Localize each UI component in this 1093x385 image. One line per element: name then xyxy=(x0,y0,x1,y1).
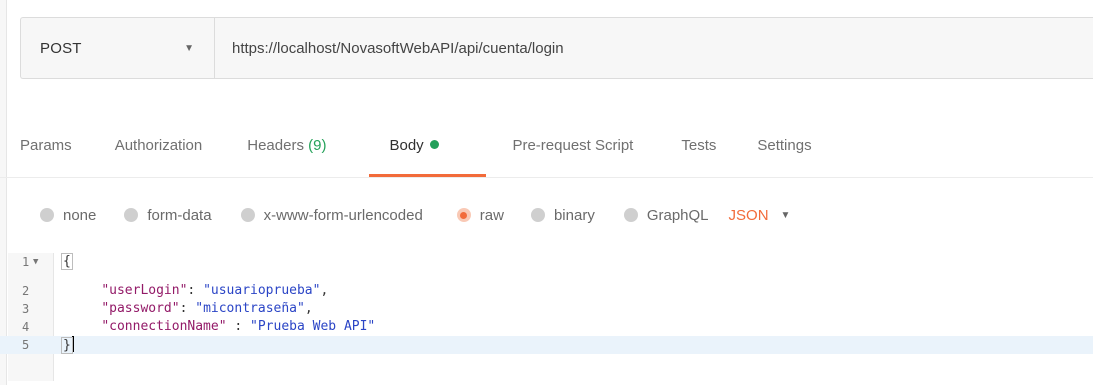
request-builder: POST ▼ Params Authorization Headers (9) … xyxy=(0,0,1093,385)
radio-label: x-www-form-urlencoded xyxy=(263,206,423,224)
tab-label: Body xyxy=(389,137,424,154)
url-input[interactable] xyxy=(215,18,1093,78)
tab-body[interactable]: Body xyxy=(369,126,487,178)
chevron-down-icon: ▼ xyxy=(780,209,791,221)
chevron-down-icon: ▼ xyxy=(184,42,194,54)
radio-urlencoded[interactable]: x-www-form-urlencoded xyxy=(240,206,423,224)
json-separator: : xyxy=(226,319,251,334)
tabs-divider xyxy=(0,177,1093,178)
request-tabs: Params Authorization Headers (9) Body Pr… xyxy=(0,126,1093,178)
radio-label: none xyxy=(63,206,97,224)
json-value: "usuarioprueba" xyxy=(203,283,321,298)
code-line: 3 "password": "micontraseña", xyxy=(0,300,1093,318)
json-separator: : xyxy=(187,283,204,298)
radio-icon xyxy=(240,208,255,222)
line-number: 3 xyxy=(22,302,30,316)
line-number: 1 xyxy=(22,255,30,269)
line-number: 4 xyxy=(22,320,30,334)
radio-icon xyxy=(124,208,139,222)
radio-label: raw xyxy=(479,206,504,224)
radio-label: binary xyxy=(553,206,595,224)
tab-pre-request-script[interactable]: Pre-request Script xyxy=(512,126,633,178)
radio-graphql[interactable]: GraphQL xyxy=(623,206,709,224)
radio-label: GraphQL xyxy=(646,206,709,224)
radio-icon xyxy=(623,208,638,222)
tab-label: Params xyxy=(20,137,72,154)
json-separator: : xyxy=(179,301,196,316)
code-line-current: 5 } xyxy=(0,336,1093,354)
tab-headers[interactable]: Headers (9) xyxy=(247,126,326,178)
radio-icon xyxy=(530,208,545,222)
code-editor[interactable]: 1 ▼ { 2 "userLogin": "usuarioprueba", 3 … xyxy=(0,253,1093,385)
method-label: POST xyxy=(40,39,82,57)
active-dot-icon xyxy=(429,140,439,149)
json-key: "password" xyxy=(101,301,180,316)
radio-label: form-data xyxy=(147,206,212,224)
radio-form-data[interactable]: form-data xyxy=(124,206,212,224)
line-number: 2 xyxy=(22,284,30,298)
open-brace: { xyxy=(61,253,73,270)
tab-label: Tests xyxy=(681,137,717,154)
tab-authorization[interactable]: Authorization xyxy=(115,126,203,178)
radio-icon xyxy=(40,208,54,222)
text-cursor xyxy=(71,336,74,352)
tab-label: Authorization xyxy=(114,137,203,154)
json-key: "connectionName" xyxy=(101,319,227,334)
tab-label: Settings xyxy=(757,137,812,154)
format-label: JSON xyxy=(728,206,769,224)
url-bar: POST ▼ xyxy=(20,17,1093,79)
tab-tests[interactable]: Tests xyxy=(681,126,716,178)
fold-caret-icon[interactable]: ▼ xyxy=(33,253,38,271)
json-value: "micontraseña" xyxy=(195,301,305,316)
json-key: "userLogin" xyxy=(101,283,188,298)
tab-label: Headers xyxy=(247,137,304,154)
tab-label: Pre-request Script xyxy=(512,137,634,154)
tab-params[interactable]: Params xyxy=(20,126,72,178)
close-brace: } xyxy=(61,337,73,354)
code-line: 1 ▼ { xyxy=(0,253,1093,271)
tab-settings[interactable]: Settings xyxy=(757,126,811,178)
code-line: 2 "userLogin": "usuarioprueba", xyxy=(0,282,1093,300)
json-comma: , xyxy=(304,301,313,316)
body-mode-options: none form-data x-www-form-urlencoded raw… xyxy=(0,200,790,230)
radio-binary[interactable]: binary xyxy=(530,206,595,224)
json-comma: , xyxy=(320,283,329,298)
radio-none[interactable]: none xyxy=(40,207,96,224)
json-value: "Prueba Web API" xyxy=(250,319,376,334)
headers-count-badge: (9) xyxy=(308,137,327,154)
line-number: 5 xyxy=(22,338,30,352)
code-line: 4 "connectionName" : "Prueba Web API" xyxy=(0,318,1093,336)
format-select[interactable]: JSON ▼ xyxy=(729,207,791,224)
radio-raw[interactable]: raw xyxy=(456,206,504,224)
method-select[interactable]: POST ▼ xyxy=(21,18,215,78)
radio-selected-icon xyxy=(456,208,471,222)
